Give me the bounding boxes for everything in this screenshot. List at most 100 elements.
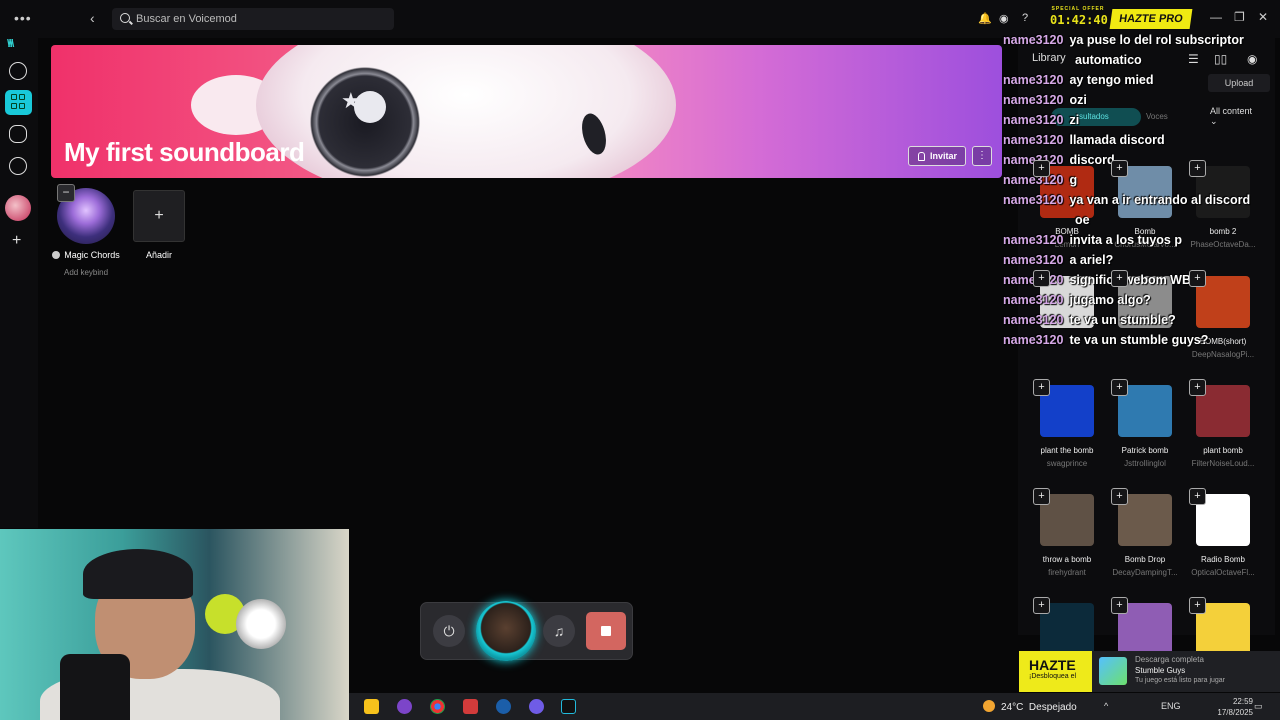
chat-username: name3120 [1003, 133, 1064, 147]
add-to-board-button[interactable]: + [1033, 379, 1050, 396]
chat-message: name3120 zi [1003, 110, 1280, 130]
chrome-icon[interactable] [430, 699, 445, 714]
discord-icon[interactable]: ◉ [999, 12, 1009, 25]
help-icon[interactable]: ? [1022, 12, 1028, 24]
search-input[interactable] [136, 11, 386, 27]
add-to-board-button[interactable]: + [1189, 160, 1206, 177]
chat-username: name3120 [1003, 253, 1064, 267]
chat-username: name3120 [1003, 313, 1064, 327]
page-title: My first soundboard [64, 137, 305, 167]
avatar-nav-icon[interactable] [9, 125, 27, 143]
voicemod-window: ••• ‹ 🔔 ◉ ? SPECIAL OFFER 01:42:40 HAZTE… [0, 0, 1280, 720]
user-avatar[interactable] [5, 195, 31, 221]
chat-text: oe [1075, 213, 1090, 227]
add-keybind-link[interactable]: Add keybind [40, 268, 132, 277]
library-sound-item[interactable]: + plant the bomb swagprince [1027, 379, 1107, 468]
chat-message: name3120 a ariel? [1003, 250, 1280, 270]
chat-username: name3120 [1003, 293, 1064, 307]
toast-game: Stumble Guys [1135, 666, 1186, 675]
sound-title: Patrick bomb [1121, 446, 1169, 455]
chat-text: invita a los tuyos p [1069, 233, 1182, 247]
sticky-notes-icon[interactable] [364, 699, 379, 714]
remove-sound-button[interactable]: − [57, 184, 75, 202]
library-sound-item[interactable]: + throw a bomb firehydrant [1027, 488, 1107, 577]
hear-myself-icon[interactable]: ♫ [543, 615, 575, 647]
weather-widget[interactable]: 24°C Despejado [983, 700, 1077, 713]
promo-banner[interactable]: HAZTE ¡Desbloquea el [1019, 651, 1092, 692]
stream-chat-overlay: name3120 ya puse lo del rol subscriptor au… [1003, 30, 1280, 350]
special-offer[interactable]: SPECIAL OFFER 01:42:40 [1050, 6, 1108, 27]
add-to-board-button[interactable]: + [1189, 379, 1206, 396]
voicemod-logo: \/\/\ [7, 38, 14, 50]
minimize-icon[interactable]: — [1210, 10, 1222, 24]
clock[interactable]: 22:59 17/8/2025 [1209, 696, 1253, 718]
invite-button[interactable]: Invitar [908, 146, 966, 166]
chat-message: name3120 te va un stumble guys? [1003, 330, 1280, 350]
voicemod-taskbar-icon[interactable] [561, 699, 576, 714]
current-voice-avatar[interactable] [476, 601, 536, 661]
sound-author: firehydrant [1048, 568, 1086, 577]
add-to-board-button[interactable]: + [1033, 270, 1050, 287]
webcam-person-cap [83, 549, 193, 599]
search-box[interactable] [112, 8, 394, 30]
soundboard-banner: ★ My first soundboard Invitar ⋮ [51, 45, 1002, 178]
chat-message: name3120 llamada discord [1003, 130, 1280, 150]
bell-icon[interactable]: 🔔 [978, 12, 992, 25]
stop-sounds-button[interactable] [586, 612, 626, 650]
chat-username: name3120 [1003, 73, 1064, 87]
menu-dots-icon[interactable]: ••• [14, 10, 32, 26]
library-sound-item[interactable]: + Radio Bomb OpticalOctaveFl... [1183, 488, 1263, 577]
settings-icon[interactable] [9, 157, 27, 175]
add-to-board-button[interactable]: + [1033, 488, 1050, 505]
chat-message: automatico [1003, 50, 1280, 70]
tray-chevron-icon[interactable]: ^ [1104, 701, 1108, 711]
download-toast[interactable]: Descarga completa Stumble Guys Tu juego … [1092, 651, 1280, 692]
add-to-board-button[interactable]: + [1033, 160, 1050, 177]
add-icon[interactable]: + [12, 232, 21, 250]
discord-taskbar-icon[interactable] [529, 699, 544, 714]
calendar-icon[interactable] [463, 699, 478, 714]
add-to-board-button[interactable]: + [1111, 160, 1128, 177]
sound-author: DeepNasalogPi... [1191, 350, 1255, 359]
library-sound-item[interactable]: + Patrick bomb Jsttrollinglol [1105, 379, 1185, 468]
add-sound-button[interactable]: + [133, 190, 185, 242]
chat-text: automatico [1075, 53, 1142, 67]
add-sound-label: Añadir [145, 250, 172, 260]
add-to-board-button[interactable]: + [1189, 270, 1206, 287]
chat-text: jugamo algo? [1069, 293, 1151, 307]
chat-text: te va un stumble guys? [1069, 333, 1209, 347]
close-icon[interactable]: ✕ [1258, 10, 1268, 24]
sound-author: DecayDampingT... [1112, 568, 1178, 577]
chat-username: name3120 [1003, 193, 1064, 207]
maximize-icon[interactable]: ❐ [1234, 10, 1245, 24]
chat-text: ay tengo mied [1069, 73, 1154, 87]
add-to-board-button[interactable]: + [1189, 597, 1206, 614]
language-indicator[interactable]: ENG [1161, 701, 1181, 711]
chat-text: te va un stumble? [1069, 313, 1176, 327]
hazte-pro-button[interactable]: HAZTE PRO [1109, 9, 1193, 29]
chat-text: g [1069, 173, 1078, 187]
more-options-icon[interactable]: ⋮ [972, 146, 992, 166]
notification-icon[interactable]: ▭ [1254, 701, 1263, 712]
chat-message: name3120 ya van a ir entrando al discord [1003, 190, 1280, 210]
library-sound-item[interactable]: + plant bomb FilterNoiseLoud... [1183, 379, 1263, 468]
library-sound-item[interactable]: + Bomb Drop DecayDampingT... [1105, 488, 1185, 577]
add-to-board-button[interactable]: + [1111, 379, 1128, 396]
chat-text: ya puse lo del rol subscriptor [1069, 33, 1244, 47]
compass-icon[interactable] [9, 62, 27, 80]
add-to-board-button[interactable]: + [1033, 597, 1050, 614]
sun-icon [983, 700, 995, 712]
add-to-board-button[interactable]: + [1189, 488, 1206, 505]
chat-text: discord [1069, 153, 1115, 167]
add-to-board-button[interactable]: + [1111, 597, 1128, 614]
chat-username: name3120 [1003, 33, 1064, 47]
add-to-board-button[interactable]: + [1111, 270, 1128, 287]
sound-author: OpticalOctaveFl... [1191, 568, 1255, 577]
toast-body: Tu juego está listo para jugar [1135, 677, 1226, 684]
app-icon[interactable] [397, 699, 412, 714]
steam-icon[interactable] [496, 699, 511, 714]
power-icon[interactable]: ⏻ [433, 615, 465, 647]
add-to-board-button[interactable]: + [1111, 488, 1128, 505]
soundboard-nav-icon[interactable] [5, 90, 32, 115]
back-arrow-icon[interactable]: ‹ [90, 10, 95, 26]
